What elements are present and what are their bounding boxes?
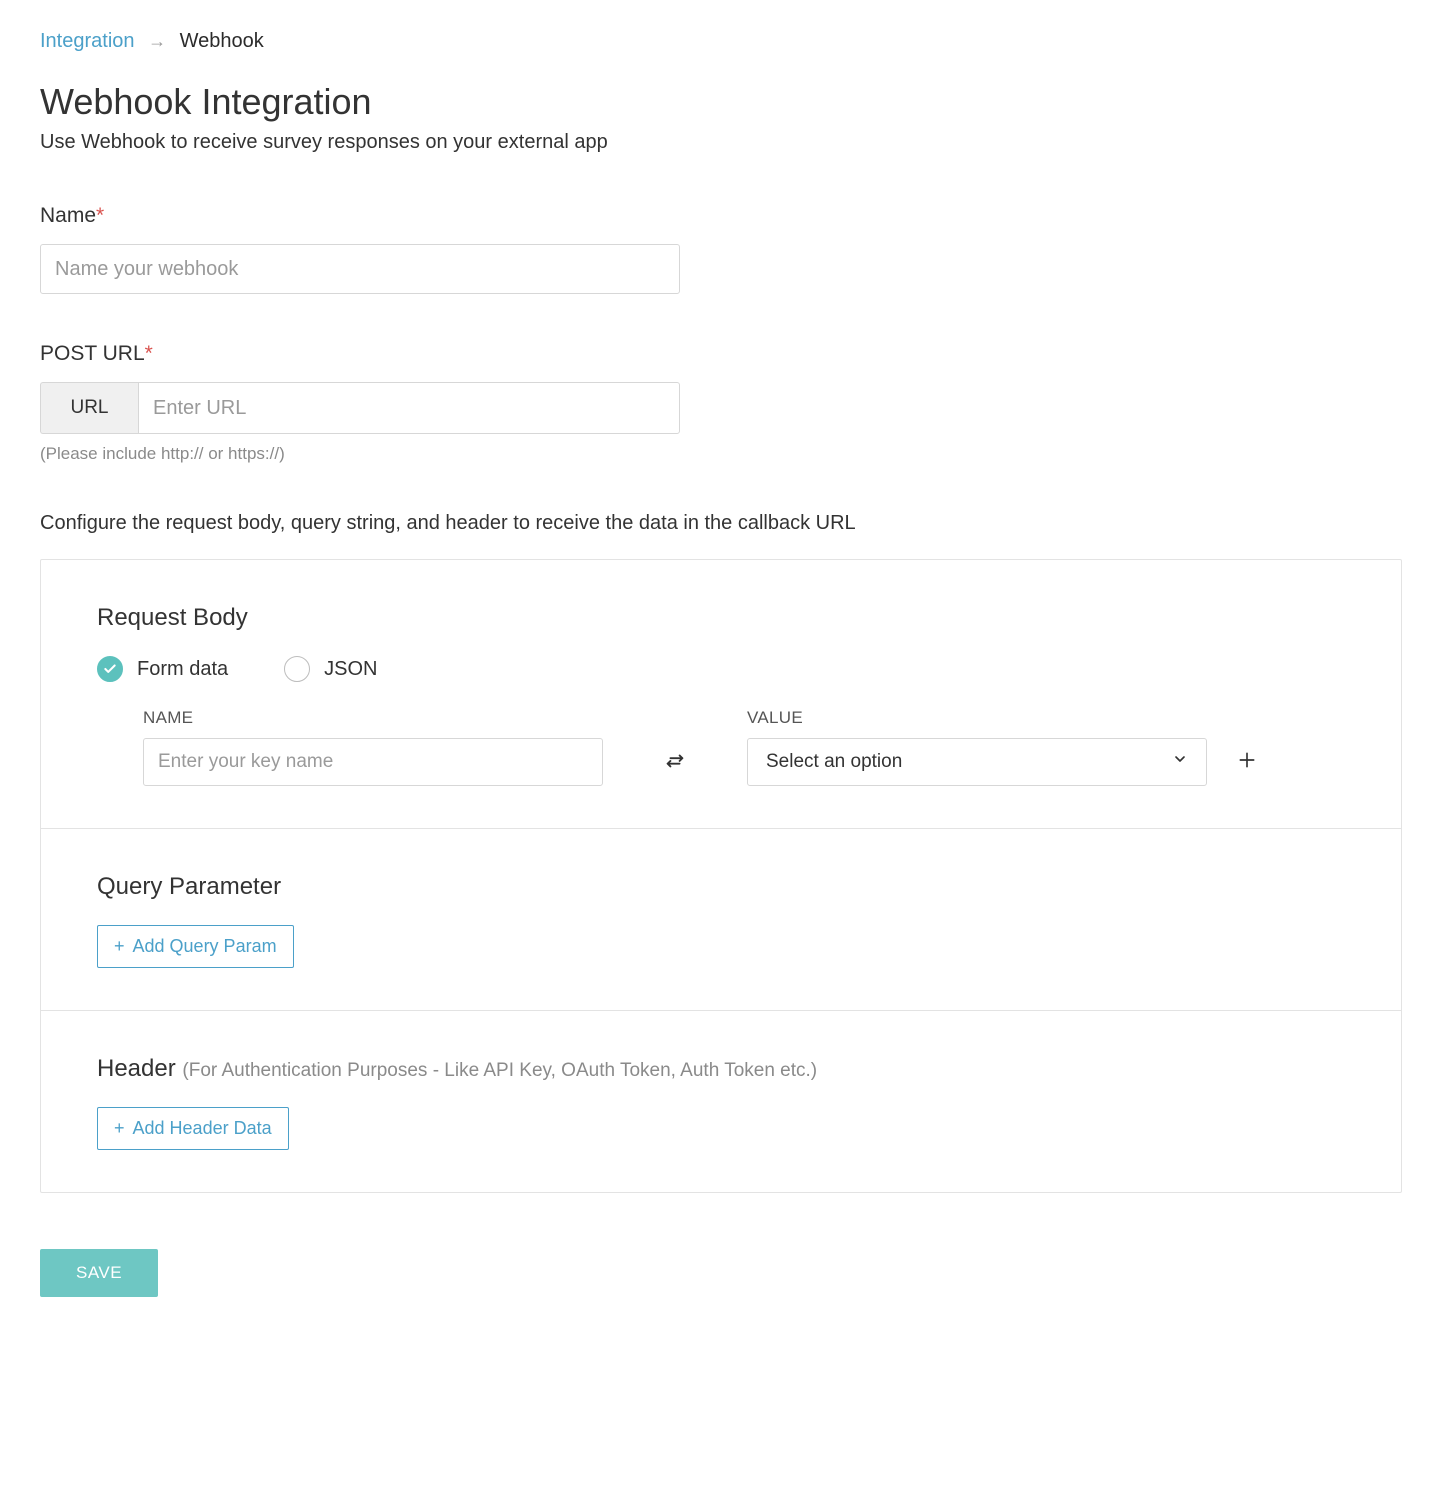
radio-json[interactable]: JSON [284,656,377,682]
swap-icon [664,749,686,776]
kv-row: Select an option [143,738,1345,786]
plus-icon: + [114,936,125,957]
page-title: Webhook Integration [40,81,1402,123]
query-parameter-heading: Query Parameter [97,873,1345,901]
post-url-field-group: POST URL* URL (Please include http:// or… [40,342,1402,464]
header-section: Header (For Authentication Purposes - Li… [41,1011,1401,1192]
chevron-down-icon [1172,751,1188,773]
add-header-data-button[interactable]: + Add Header Data [97,1107,289,1150]
name-label-text: Name [40,204,96,227]
kv-col-value: VALUE [747,708,803,728]
swap-column [603,749,747,776]
value-select[interactable]: Select an option [747,738,1207,786]
name-field-group: Name* [40,204,1402,294]
breadcrumb-parent-link[interactable]: Integration [40,30,135,52]
value-select-text: Select an option [766,751,902,773]
add-query-param-label: Add Query Param [133,936,277,957]
post-url-input[interactable] [138,382,680,434]
request-body-heading: Request Body [97,604,1345,632]
post-url-label: POST URL* [40,342,1402,366]
radio-unchecked-icon [284,656,310,682]
plus-icon[interactable] [1237,750,1257,775]
radio-form-data[interactable]: Form data [97,656,228,682]
post-url-label-text: POST URL [40,342,145,365]
arrow-right-icon: → [148,31,166,51]
query-parameter-section: Query Parameter + Add Query Param [41,829,1401,1011]
add-kv-column [1207,750,1287,775]
breadcrumb-current: Webhook [180,30,264,52]
radio-checked-icon [97,656,123,682]
kv-col-name: NAME [143,708,603,728]
add-query-param-button[interactable]: + Add Query Param [97,925,294,968]
page-subtitle: Use Webhook to receive survey responses … [40,131,1402,154]
name-label: Name* [40,204,1402,228]
save-button[interactable]: SAVE [40,1249,158,1297]
name-input[interactable] [40,244,680,294]
radio-form-data-label: Form data [137,658,228,681]
header-sub-text: (For Authentication Purposes - Like API … [182,1060,817,1081]
key-name-input[interactable] [143,738,603,786]
post-url-hint: (Please include http:// or https://) [40,444,1402,464]
plus-icon: + [114,1118,125,1139]
header-heading: Header (For Authentication Purposes - Li… [97,1055,1345,1083]
body-type-radio-row: Form data JSON [97,656,1345,682]
radio-json-label: JSON [324,658,377,681]
request-body-section: Request Body Form data JSON NAME VALUE [41,560,1401,829]
url-input-row: URL [40,382,680,434]
url-prefix-label: URL [40,382,138,434]
add-header-data-label: Add Header Data [133,1118,272,1139]
required-asterisk: * [145,342,153,365]
required-asterisk: * [96,204,104,227]
config-panel: Request Body Form data JSON NAME VALUE [40,559,1402,1193]
kv-header-row: NAME VALUE [143,708,1345,728]
breadcrumb: Integration → Webhook [40,30,1402,53]
configure-note: Configure the request body, query string… [40,512,1402,535]
header-heading-text: Header [97,1055,176,1082]
